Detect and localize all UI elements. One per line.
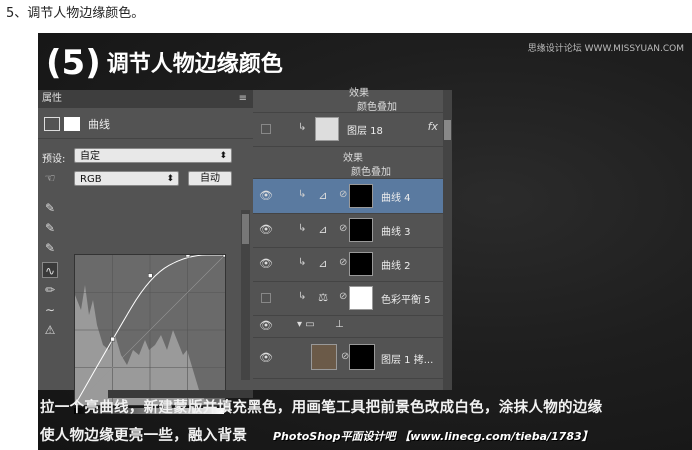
- banner-text: 调节人物边缘颜色: [106, 52, 283, 77]
- preset-select[interactable]: 自定 ⬍: [74, 148, 232, 163]
- curves-adjustment-icon: ⊿: [318, 189, 328, 202]
- curve-edit-icon[interactable]: ∿: [42, 262, 58, 278]
- layer-name: 曲线 3: [381, 227, 411, 238]
- layer-name: 图层 18: [347, 126, 383, 137]
- clip-arrow-icon: ↳: [298, 291, 307, 302]
- step-caption: 5、调节人物边缘颜色。: [6, 6, 145, 21]
- layer-mask-thumbnail[interactable]: [349, 286, 373, 310]
- scrollbar-thumb[interactable]: [444, 120, 451, 140]
- layer-name: 曲线 2: [381, 261, 411, 272]
- eyedropper-gray-icon[interactable]: ✎: [42, 220, 58, 236]
- folder-icon[interactable]: ▾ ▭: [297, 319, 315, 330]
- eyedropper-black-icon[interactable]: ✎: [42, 200, 58, 216]
- select-arrow-icon: ⬍: [166, 174, 174, 184]
- curve-control-point[interactable]: [185, 254, 191, 258]
- layer-mask-thumbnail[interactable]: [349, 218, 373, 242]
- eye-icon[interactable]: 👁: [259, 258, 273, 270]
- layer-thumbnail: [311, 344, 337, 370]
- properties-tab[interactable]: 属性 ≡: [38, 90, 253, 108]
- curves-graph[interactable]: [74, 254, 226, 406]
- effect-name: 颜色叠加: [357, 102, 397, 113]
- layer-mask-thumbnail[interactable]: [349, 184, 373, 208]
- clip-arrow-icon: ↳: [298, 257, 307, 268]
- layer-row[interactable]: 👁 ⊘ 图层 1 拷...: [253, 338, 452, 379]
- visibility-toggle[interactable]: [261, 124, 271, 134]
- description-line-1: 拉一个亮曲线，新建蒙版并填充黑色，用画笔工具把前景色改成白色，涂抹人物的边缘: [40, 400, 603, 416]
- layer-row[interactable]: ↳ ⚖ ⊘ 色彩平衡 5: [253, 281, 452, 316]
- panel-type-label: 曲线: [88, 118, 110, 131]
- layer-mask-thumbnail[interactable]: [349, 252, 373, 276]
- fx-icon[interactable]: fx: [428, 120, 438, 133]
- group-symbol-icon: ⊥: [335, 319, 344, 330]
- banner-title: (5) 调节人物边缘颜色: [46, 43, 283, 83]
- watermark-top: 思缘设计论坛 WWW.MISSYUAN.COM: [527, 44, 684, 54]
- auto-button[interactable]: 自动: [188, 171, 232, 186]
- eye-icon[interactable]: 👁: [259, 224, 273, 236]
- properties-tab-label: 属性: [42, 93, 62, 104]
- step-number: (5): [46, 43, 101, 83]
- panel-menu-icon[interactable]: ≡: [239, 90, 247, 108]
- layers-panel: 效果 颜色叠加 ↳ 图层 18 fx 效果 颜色叠加 👁 ↳ ⊿ ⊘ 曲线 4 …: [253, 88, 452, 390]
- layer-row[interactable]: 👁 ↳ ⊿ ⊘ 曲线 3: [253, 213, 452, 248]
- properties-scrollbar[interactable]: [241, 210, 250, 380]
- channel-value: RGB: [80, 174, 102, 185]
- pencil-icon[interactable]: ✏: [42, 282, 58, 298]
- layer-name: 色彩平衡 5: [381, 295, 431, 306]
- eye-icon[interactable]: 👁: [259, 352, 273, 364]
- footer-watermark: PhotoShop平面设计吧 【www.linecg.com/tieba/178…: [273, 430, 593, 443]
- effects-label: 效果: [349, 88, 369, 99]
- link-icon: ⊘: [339, 223, 348, 234]
- link-icon: ⊘: [339, 291, 348, 302]
- layer-effects-row: 效果 颜色叠加: [253, 146, 452, 179]
- visibility-toggle[interactable]: [261, 293, 271, 303]
- layer-group-row[interactable]: 👁 ▾ ▭ ⊥: [253, 315, 452, 338]
- layer-row[interactable]: 👁 ↳ ⊿ ⊘ 曲线 2: [253, 247, 452, 282]
- curves-adjustment-icon: [44, 117, 60, 131]
- eyedropper-white-icon[interactable]: ✎: [42, 240, 58, 256]
- curve-points: [110, 254, 226, 342]
- preset-value: 自定: [80, 151, 100, 162]
- mask-icon[interactable]: [64, 117, 80, 131]
- balance-scale-icon: ⚖: [318, 291, 328, 304]
- clipping-warning-icon[interactable]: ⚠: [42, 322, 58, 338]
- properties-panel: 属性 ≡ 曲线 预设: 自定 ⬍ ☜ RGB ⬍ 自动 ✎ ✎ ✎ ∿ ✏ ∼ ⚠: [38, 90, 254, 414]
- smooth-icon[interactable]: ∼: [42, 302, 58, 318]
- clip-arrow-icon: ↳: [298, 223, 307, 234]
- curve-control-point[interactable]: [222, 254, 226, 258]
- select-arrow-icon: ⬍: [219, 151, 227, 161]
- curve-control-point[interactable]: [148, 273, 153, 278]
- link-icon: ⊘: [339, 257, 348, 268]
- curves-adjustment-icon: ⊿: [318, 257, 328, 270]
- layer-thumbnail: [315, 117, 339, 141]
- description-line-2: 使人物边缘更亮一些，融入背景: [40, 428, 248, 444]
- preset-label: 预设:: [42, 154, 66, 165]
- effects-label: 效果: [343, 153, 363, 164]
- layer-effects-row: 效果 颜色叠加: [253, 84, 452, 113]
- properties-header: 曲线: [38, 108, 253, 139]
- layer-row[interactable]: ↳ 图层 18 fx: [253, 112, 452, 147]
- layer-name: 曲线 4: [381, 193, 411, 204]
- link-icon: ⊘: [339, 189, 348, 200]
- layer-row-selected[interactable]: 👁 ↳ ⊿ ⊘ 曲线 4: [253, 179, 452, 214]
- layer-name: 图层 1 拷...: [381, 355, 434, 366]
- eye-icon[interactable]: 👁: [259, 190, 273, 202]
- layers-scrollbar[interactable]: [443, 90, 452, 390]
- curves-adjustment-icon: ⊿: [318, 223, 328, 236]
- hand-adjust-icon[interactable]: ☜: [42, 170, 58, 186]
- clip-arrow-icon: ↳: [298, 122, 307, 133]
- channel-select[interactable]: RGB ⬍: [74, 171, 179, 186]
- layer-mask-thumbnail[interactable]: [349, 344, 375, 370]
- tutorial-image: (5) 调节人物边缘颜色 思缘设计论坛 WWW.MISSYUAN.COM 属性 ≡…: [38, 33, 692, 450]
- clip-arrow-icon: ↳: [298, 189, 307, 200]
- curve-control-point[interactable]: [110, 336, 115, 342]
- scrollbar-thumb[interactable]: [242, 214, 249, 244]
- effect-name: 颜色叠加: [351, 167, 391, 178]
- eye-icon[interactable]: 👁: [259, 320, 273, 332]
